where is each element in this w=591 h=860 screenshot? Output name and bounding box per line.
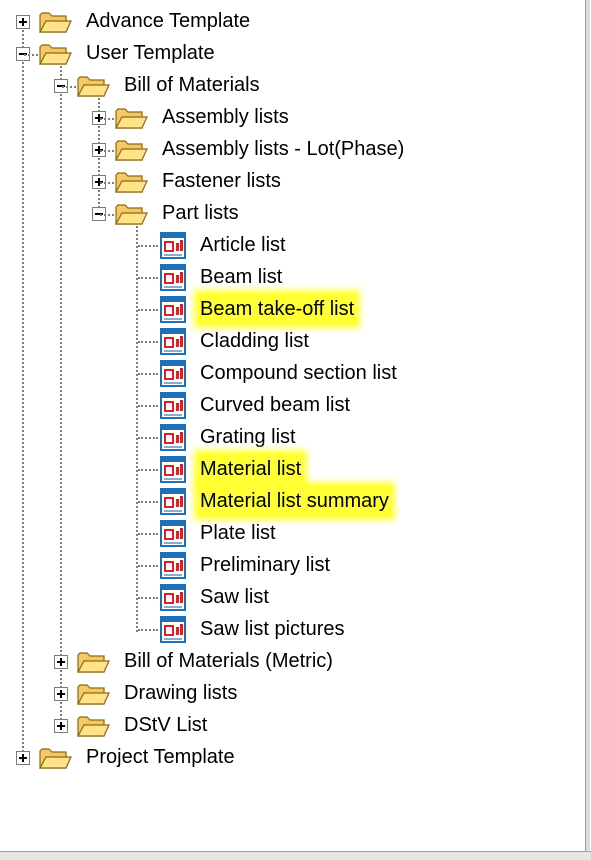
- tree-node-project-template[interactable]: Project Template: [0, 742, 320, 774]
- expand-icon[interactable]: [54, 687, 68, 701]
- report-label: Preliminary list: [200, 554, 331, 576]
- tree-line-h: [138, 309, 158, 311]
- expand-icon[interactable]: [16, 751, 30, 765]
- tree-line-h: [138, 437, 158, 439]
- report-label: Saw list: [200, 586, 269, 608]
- tree-node-fastener-lists[interactable]: Fastener lists: [0, 166, 320, 198]
- tree-label: Bill of Materials: [124, 74, 260, 96]
- tree-line-h: [138, 469, 158, 471]
- tree-node-dstv-list[interactable]: DStV List: [0, 710, 320, 742]
- tree-line-h: [62, 86, 76, 88]
- tree-label: Part lists: [162, 202, 239, 224]
- expand-icon[interactable]: [54, 655, 68, 669]
- folder-icon: [76, 716, 110, 737]
- report-icon: [160, 232, 186, 259]
- report-item[interactable]: Saw list pictures: [0, 614, 440, 646]
- tree-line-h: [100, 150, 114, 152]
- report-label: Beam take-off list: [198, 294, 357, 324]
- tree-node-drawing-lists[interactable]: Drawing lists: [0, 678, 320, 710]
- folder-icon: [76, 684, 110, 705]
- tree-line-h: [24, 54, 38, 56]
- report-item[interactable]: Grating list: [0, 422, 440, 454]
- report-icon: [160, 424, 186, 451]
- report-label: Plate list: [200, 522, 276, 544]
- tree-line-h: [100, 182, 114, 184]
- tree-label: Assembly lists: [162, 106, 289, 128]
- tree-node-user-template[interactable]: User Template: [0, 38, 300, 70]
- tree-line-h: [138, 245, 158, 247]
- tree-label: User Template: [86, 42, 215, 64]
- folder-icon: [38, 12, 72, 33]
- report-item[interactable]: Saw list: [0, 582, 440, 614]
- report-label: Article list: [200, 234, 286, 256]
- tree-line-h: [138, 629, 158, 631]
- template-tree[interactable]: Advance Template User Template Bill of M…: [0, 0, 585, 851]
- report-item[interactable]: Article list: [0, 230, 440, 262]
- report-label: Material list: [198, 454, 304, 484]
- report-icon: [160, 520, 186, 547]
- tree-label: Bill of Materials (Metric): [124, 650, 333, 672]
- tree-label: DStV List: [124, 714, 208, 736]
- expand-icon[interactable]: [16, 15, 30, 29]
- tree-label: Assembly lists - Lot(Phase): [162, 138, 405, 160]
- report-label: Saw list pictures: [200, 618, 345, 640]
- report-icon: [160, 488, 186, 515]
- report-label: Material list summary: [198, 486, 391, 516]
- report-item[interactable]: Preliminary list: [0, 550, 440, 582]
- tree-line-h: [138, 277, 158, 279]
- tree-line-h: [138, 597, 158, 599]
- tree-node-part-lists[interactable]: Part lists: [0, 198, 320, 230]
- folder-icon: [114, 140, 148, 161]
- report-label: Beam list: [200, 266, 283, 288]
- report-item[interactable]: Plate list: [0, 518, 440, 550]
- report-item[interactable]: Cladding list: [0, 326, 440, 358]
- report-icon: [160, 296, 186, 323]
- tree-node-bill-of-materials-metric[interactable]: Bill of Materials (Metric): [0, 646, 400, 678]
- report-icon: [160, 392, 186, 419]
- report-item[interactable]: Curved beam list: [0, 390, 440, 422]
- report-label: Cladding list: [200, 330, 309, 352]
- report-icon: [160, 552, 186, 579]
- report-item[interactable]: Beam take-off list: [0, 294, 440, 326]
- tree-label: Fastener lists: [162, 170, 281, 192]
- report-label: Compound section list: [200, 362, 397, 384]
- tree-node-advance-template[interactable]: Advance Template: [0, 6, 300, 38]
- report-icon: [160, 264, 186, 291]
- tree-line-h: [138, 565, 158, 567]
- report-icon: [160, 360, 186, 387]
- tree-node-assembly-lists-lot[interactable]: Assembly lists - Lot(Phase): [0, 134, 420, 166]
- report-icon: [160, 616, 186, 643]
- folder-open-icon: [38, 44, 72, 65]
- report-item[interactable]: Material list summary: [0, 486, 440, 518]
- report-label: Curved beam list: [200, 394, 351, 416]
- report-icon: [160, 584, 186, 611]
- tree-label: Advance Template: [86, 10, 251, 32]
- report-item[interactable]: Beam list: [0, 262, 440, 294]
- tree-label: Drawing lists: [124, 682, 238, 704]
- tree-line-h: [138, 533, 158, 535]
- tree-line-h: [138, 373, 158, 375]
- report-icon: [160, 456, 186, 483]
- folder-icon: [114, 172, 148, 193]
- folder-icon: [114, 108, 148, 129]
- expand-icon[interactable]: [54, 719, 68, 733]
- folder-open-icon: [114, 204, 148, 225]
- tree-line-h: [100, 118, 114, 120]
- folder-icon: [76, 652, 110, 673]
- scroll-frame-right: [585, 0, 590, 859]
- report-item[interactable]: Compound section list: [0, 358, 440, 390]
- tree-label: Project Template: [86, 746, 235, 768]
- report-icon: [160, 328, 186, 355]
- tree-node-bill-of-materials[interactable]: Bill of Materials: [0, 70, 320, 102]
- tree-line-h: [138, 501, 158, 503]
- tree-line-h: [138, 405, 158, 407]
- tree-node-assembly-lists[interactable]: Assembly lists: [0, 102, 320, 134]
- tree-line-h: [138, 341, 158, 343]
- folder-open-icon: [76, 76, 110, 97]
- folder-icon: [38, 748, 72, 769]
- report-item[interactable]: Material list: [0, 454, 440, 486]
- tree-line-h: [100, 214, 114, 216]
- report-label: Grating list: [200, 426, 296, 448]
